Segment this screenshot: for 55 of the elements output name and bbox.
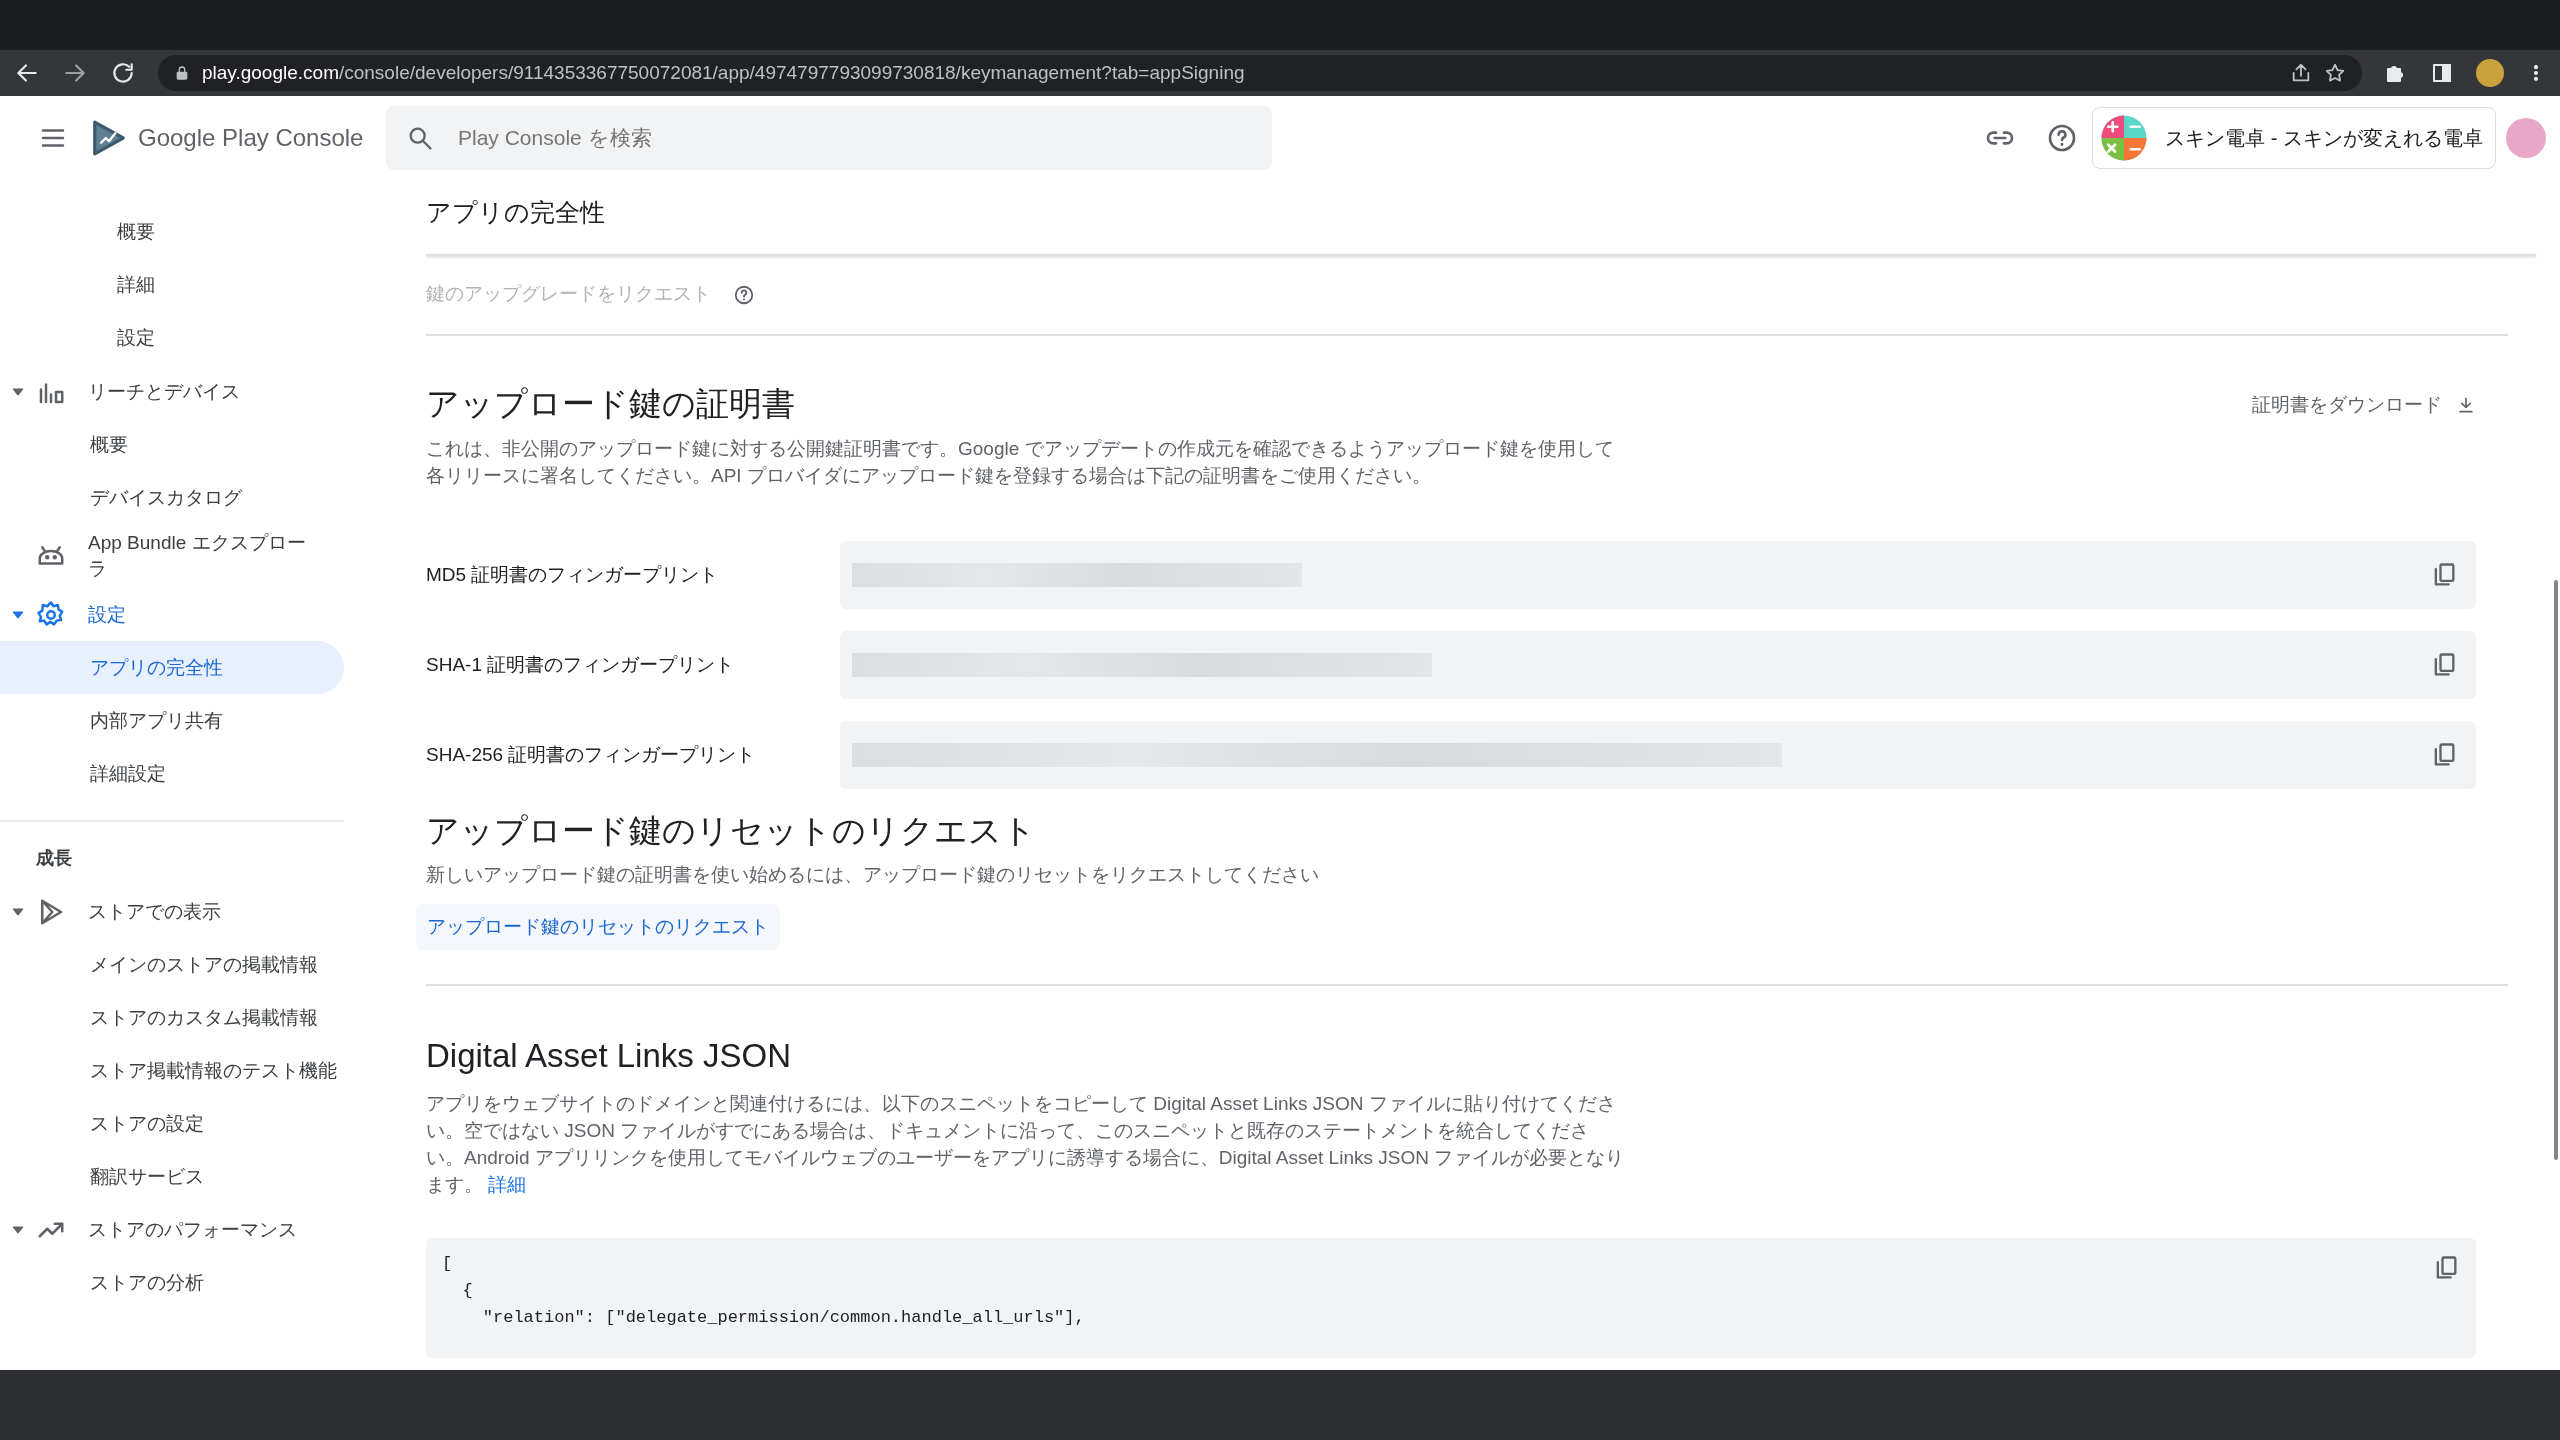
code-text: [ { "relation": ["delegate_permission/common.handle_all_urls"],	[442, 1252, 1086, 1329]
section-heading: アップロード鍵のリセットのリクエスト	[426, 811, 1037, 851]
product-name: Google Play Console	[138, 123, 365, 153]
nav-group[interactable]: ストアでの表示	[0, 885, 344, 938]
url-text: play.google.com/console/developers/9114353367750072081/app/4974797793099730818/keymanagement?tab=appSigning	[202, 60, 1245, 85]
nav-group-label: 設定	[88, 602, 127, 627]
nav-item[interactable]: 翻訳サービス	[0, 1150, 344, 1203]
nav-item[interactable]: アプリの完全性	[0, 641, 344, 694]
star-icon[interactable]	[2324, 62, 2346, 84]
app-name: スキン電卓 - スキンが変えれる電卓	[2165, 126, 2483, 151]
reset-request-button[interactable]: アップロード鍵のリセットのリクエスト	[416, 903, 780, 951]
nav-group[interactable]: リーチとデバイス	[0, 365, 344, 418]
nav-group[interactable]: App Bundle エクスプローラ	[0, 524, 344, 588]
nav-group-label: リーチとデバイス	[88, 379, 241, 404]
share-icon[interactable]	[2290, 62, 2312, 84]
fingerprint-label: SHA-256 証明書のフィンガープリント	[426, 742, 757, 767]
address-bar[interactable]: play.google.com/console/developers/9114353367750072081/app/4974797793099730818/keymanagement?tab=appSigning	[158, 55, 2362, 91]
search-field[interactable]: Play Console を検索	[386, 106, 1272, 170]
nav-item[interactable]: 設定	[0, 312, 344, 365]
nav-group[interactable]: ストアのパフォーマンス	[0, 1203, 344, 1256]
nav-item[interactable]: メインのストアの掲載情報	[0, 938, 344, 991]
nav-group[interactable]: 設定	[0, 588, 344, 641]
nav-item[interactable]: 詳細設定	[0, 747, 344, 800]
nav-group-label: App Bundle エクスプローラ	[88, 531, 307, 581]
profile-avatar[interactable]	[2476, 59, 2504, 87]
search-input[interactable]: Play Console を検索	[456, 121, 1252, 155]
nav-item[interactable]: 内部アプリ共有	[0, 694, 344, 747]
nav-item[interactable]: 概要	[0, 206, 344, 259]
nav-item[interactable]: ストアの分析	[0, 1256, 344, 1309]
section-heading: アップロード鍵の証明書	[426, 383, 796, 424]
nav-group-label: ストアのパフォーマンス	[88, 1217, 298, 1242]
lock-icon	[174, 65, 190, 81]
page-title: アプリの完全性	[426, 197, 606, 228]
section-heading: Digital Asset Links JSON	[426, 1036, 792, 1076]
section-description: これは、非公開のアップロード鍵に対する公開鍵証明書です。Google でアップデートの作成元を確認できるようアップロード鍵を使用して各リリースに署名してください。API プロバイダにアップロード鍵を登録する場合は下記の証明書をご使用ください。	[426, 437, 1615, 489]
section-description: アプリをウェブサイトのドメインと関連付けるには、以下のスニペットをコピーして Digital Asset Links JSON ファイルに貼り付けてください。空ではない JSON ファイルがすでにある場合は、ドキュメントに沿って、このスニペットと既存のステートメントを統合してください。Android アプリリンクを使用してモバイルウェブのユーザーをアプリに誘導する場合に、Digital Asset Links JSON ファイルが必要となります。 詳細	[426, 1091, 1626, 1197]
fingerprint-label: SHA-1 証明書のフィンガープリント	[426, 652, 736, 677]
help-icon[interactable]	[733, 283, 755, 306]
nav-item[interactable]: ストア掲載情報のテスト機能	[0, 1044, 344, 1097]
download-certificate-link[interactable]: 証明書をダウンロード	[2252, 390, 2476, 420]
nav-item[interactable]: デバイスカタログ	[0, 471, 344, 524]
play-logo-icon	[90, 118, 128, 158]
app-selector[interactable]: スキン電卓 - スキンが変えれる電卓	[2092, 107, 2496, 169]
nav-item[interactable]: ストアの設定	[0, 1097, 344, 1150]
section-heading: 成長	[35, 847, 73, 870]
reload-icon[interactable]	[110, 60, 136, 86]
learn-more-link[interactable]: 詳細	[488, 1173, 527, 1195]
scrollbar-thumb[interactable]	[2554, 580, 2558, 1160]
section-description: 新しいアップロード鍵の証明書を使い始めるには、アップロード鍵のリセットをリクエストしてください	[426, 862, 1320, 887]
fingerprint-label: MD5 証明書のフィンガープリント	[426, 562, 720, 587]
nav-item[interactable]: 詳細	[0, 259, 344, 312]
nav-group-label: ストアでの表示	[88, 899, 222, 924]
nav-item[interactable]: 概要	[0, 418, 344, 471]
side-panel-icon[interactable]	[2430, 61, 2454, 85]
nav-item[interactable]: ストアのカスタム掲載情報	[0, 991, 344, 1044]
